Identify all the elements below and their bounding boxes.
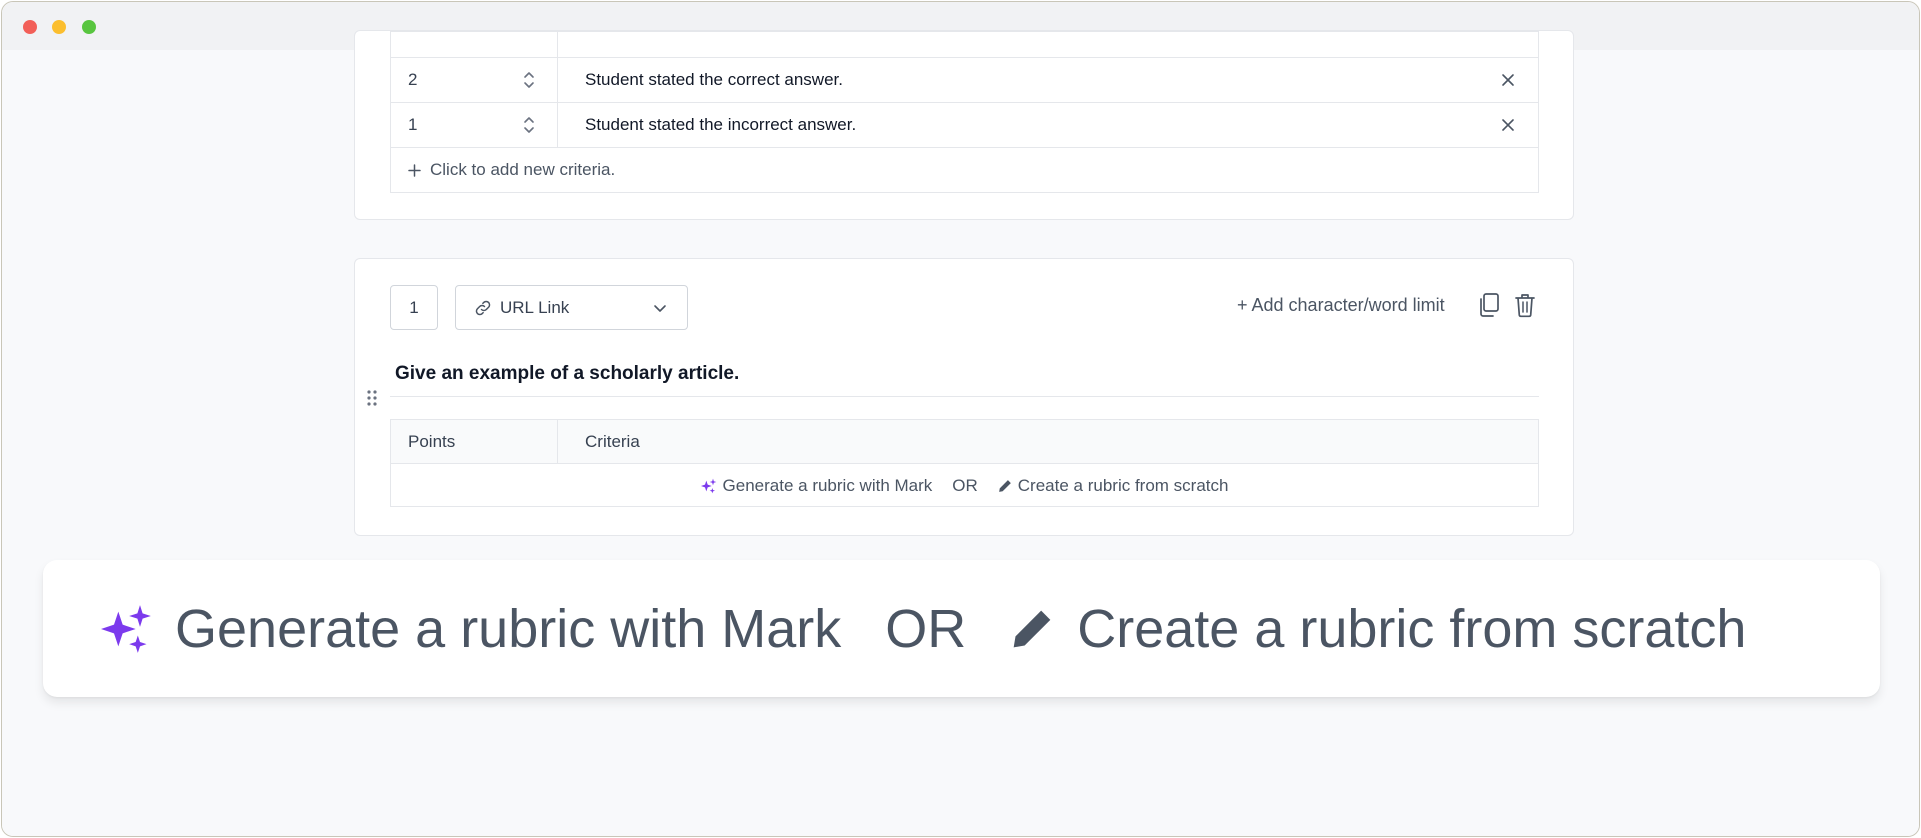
or-separator: OR <box>952 475 978 495</box>
add-criteria-label: Click to add new criteria. <box>430 160 616 179</box>
rubric-options: Generate a rubric with Mark OR Create a … <box>391 464 1538 507</box>
question-number-field[interactable]: 1 <box>390 285 438 330</box>
criteria-table: 2 Student stated the correct answer. 1 S… <box>390 31 1539 193</box>
table-row <box>391 31 1538 57</box>
copy-icon[interactable] <box>1477 292 1501 318</box>
points-stepper[interactable]: 1 <box>391 103 558 147</box>
stepper-icon[interactable] <box>523 115 535 135</box>
link-icon <box>475 300 491 315</box>
column-header-criteria: Criteria <box>585 431 640 451</box>
question-type-label: URL Link <box>500 297 570 317</box>
banner-scratch-label[interactable]: Create a rubric from scratch <box>1077 598 1746 660</box>
divider <box>390 396 1539 397</box>
zoom-callout-banner: Generate a rubric with Mark OR Create a … <box>43 560 1880 697</box>
drag-handle-icon[interactable] <box>366 389 378 407</box>
app-window: 2 Student stated the correct answer. 1 S… <box>1 1 1920 837</box>
question-prompt[interactable]: Give an example of a scholarly article. <box>395 363 739 385</box>
pencil-icon <box>998 479 1011 492</box>
sparkle-icon <box>101 604 151 653</box>
points-value: 2 <box>408 70 418 89</box>
question-card-previous: 2 Student stated the correct answer. 1 S… <box>354 30 1574 220</box>
pencil-icon <box>1013 610 1051 647</box>
stepper-icon[interactable] <box>523 70 535 90</box>
add-limit-button[interactable]: + Add character/word limit <box>1237 295 1445 316</box>
minimize-window-button[interactable] <box>52 20 66 34</box>
points-value: 1 <box>408 115 418 134</box>
criteria-text[interactable]: Student stated the incorrect answer. <box>558 115 1538 135</box>
maximize-window-button[interactable] <box>82 20 96 34</box>
create-from-scratch-label: Create a rubric from scratch <box>1017 475 1229 495</box>
trash-icon[interactable] <box>1513 292 1537 318</box>
banner-or-separator: OR <box>885 598 967 659</box>
table-row: 2 Student stated the correct answer. <box>391 57 1538 102</box>
plus-icon <box>408 163 421 177</box>
editor-content: 2 Student stated the correct answer. 1 S… <box>2 30 1919 836</box>
close-window-button[interactable] <box>23 20 37 34</box>
add-criteria-button[interactable]: Click to add new criteria. <box>391 147 1538 192</box>
generate-rubric-label: Generate a rubric with Mark <box>722 475 933 495</box>
question-card: 1 URL Link + Add character/word limit Gi… <box>354 258 1574 536</box>
rubric-table: Points Criteria Generate a rubric with M… <box>390 419 1539 507</box>
question-type-select[interactable]: URL Link <box>455 285 688 330</box>
close-icon[interactable] <box>1500 117 1516 133</box>
banner-generate-label[interactable]: Generate a rubric with Mark <box>175 598 841 660</box>
criteria-text[interactable]: Student stated the correct answer. <box>558 70 1538 90</box>
table-header: Points Criteria <box>391 420 1538 464</box>
create-from-scratch-button[interactable]: Create a rubric from scratch <box>998 475 1229 496</box>
column-header-points: Points <box>391 420 558 463</box>
table-row: 1 Student stated the incorrect answer. <box>391 102 1538 147</box>
generate-rubric-button[interactable]: Generate a rubric with Mark <box>700 475 933 496</box>
sparkle-icon <box>700 478 716 493</box>
chevron-down-icon <box>654 305 666 312</box>
points-stepper[interactable]: 2 <box>391 58 558 102</box>
close-icon[interactable] <box>1500 72 1516 88</box>
